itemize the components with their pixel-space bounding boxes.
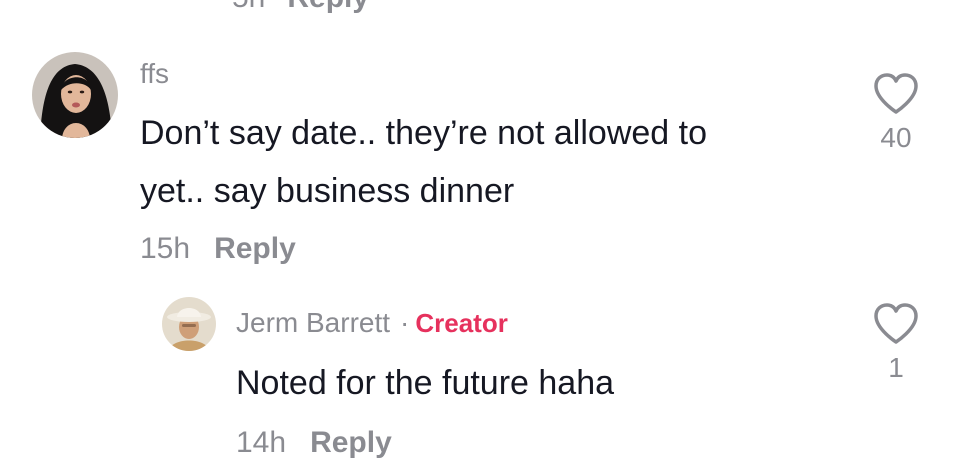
comment-meta: 15h Reply [140, 232, 296, 266]
creator-separator: · [400, 307, 410, 338]
comment-like-count: 40 [880, 122, 912, 153]
heart-icon[interactable] [872, 72, 920, 116]
reply-avatar[interactable] [162, 297, 216, 351]
reply-like-count: 1 [888, 352, 904, 383]
commenter-avatar[interactable] [32, 52, 118, 138]
comment-time: 15h [140, 232, 191, 265]
reply-time: 14h [236, 426, 287, 459]
reply-text: Noted for the future haha [236, 364, 615, 402]
reply-reply-button[interactable]: Reply [310, 426, 392, 459]
previous-comment-meta: 5h Reply [232, 0, 369, 15]
previous-reply-button[interactable]: Reply [287, 0, 369, 14]
avatar-woman-photo-icon [32, 52, 118, 138]
comment-text-line: Don’t say date.. they’re not allowed to [140, 114, 707, 152]
comment-like[interactable]: 40 [866, 72, 926, 154]
previous-comment-time: 5h [232, 0, 265, 14]
heart-icon[interactable] [872, 302, 920, 346]
commenter-username[interactable]: ffs [140, 58, 169, 90]
comment-text: Don’t say date.. they’re not allowed to … [140, 104, 840, 220]
comments-thread: 5h Reply ffs Don’t say date.. they’re not… [0, 0, 960, 474]
reply-author-row: Jerm Barrett · Creator [236, 307, 508, 339]
avatar-man-cowboy-hat-photo-icon [162, 297, 216, 351]
comment-reply-button[interactable]: Reply [214, 232, 296, 265]
reply-username[interactable]: Jerm Barrett [236, 307, 390, 338]
reply-meta: 14h Reply [236, 426, 392, 460]
reply-like[interactable]: 1 [866, 302, 926, 384]
comment-text-line: yet.. say business dinner [140, 172, 515, 210]
creator-badge: Creator [415, 308, 508, 338]
